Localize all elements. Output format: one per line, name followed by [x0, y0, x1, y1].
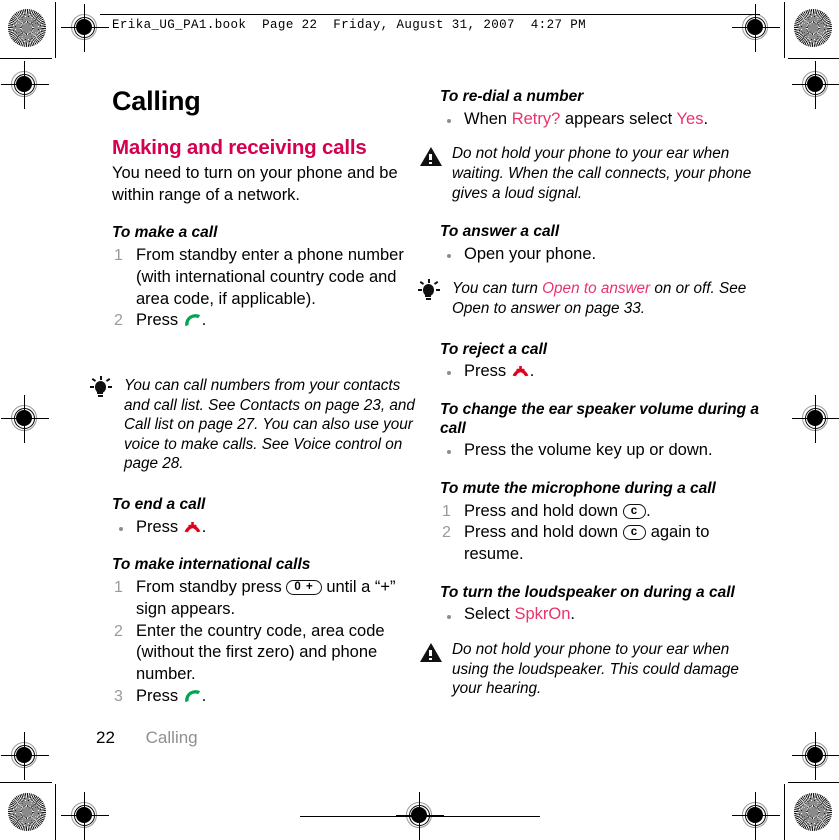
bullet-text: Open your phone. [464, 244, 597, 263]
step-text: Press and hold down [464, 523, 619, 542]
steps-end-a-call: Press . [112, 517, 422, 539]
right-column: To re-dial a number When Retry? appears … [418, 88, 760, 699]
warning-note-text: Do not hold your phone to your ear when … [452, 145, 752, 202]
list-item: 3 Press . [112, 686, 422, 708]
warning-note-waiting: Do not hold your phone to your ear when … [418, 144, 760, 203]
bullet-text: Press the volume key up or down. [464, 441, 713, 460]
steps-international-calls: 1 From standby press 0 + until a “+” sig… [112, 577, 422, 708]
tip-note-text: You can turn Open to answer on or off. S… [452, 279, 760, 318]
tip-note-open-to-answer: You can turn Open to answer on or off. S… [418, 279, 760, 318]
bullet-dot [447, 450, 451, 455]
list-item: Press . [112, 517, 422, 539]
green-call-handset-icon [183, 689, 202, 703]
list-item: Select SpkrOn. [440, 604, 760, 626]
page-footer: 22 Calling [96, 728, 198, 748]
tip-text-start: You can turn [452, 280, 538, 298]
list-item: 1 Press and hold down c. [440, 501, 760, 523]
list-item: 2 Press and hold down c again to resume. [440, 522, 760, 566]
red-end-call-handset-icon [183, 520, 202, 534]
step-number: 1 [442, 502, 451, 520]
list-item: 1 From standby enter a phone number (wit… [112, 245, 422, 310]
section-heading: Making and receiving calls [112, 136, 367, 159]
key-clear-c: c [622, 525, 647, 541]
ui-string-yes: Yes [676, 109, 704, 128]
step-text: Press [136, 686, 179, 705]
key-zero-plus: 0 + [286, 579, 322, 595]
list-item: 2 Press . [112, 310, 422, 332]
bullet-dot [119, 526, 123, 531]
task-heading-re-dial: To re-dial a number [440, 88, 584, 105]
bullet-text-suffix: . [570, 605, 575, 624]
list-item: 2 Enter the country code, area code (wit… [112, 621, 422, 686]
list-item: Press . [440, 361, 760, 383]
bullet-text-suffix: . [201, 517, 207, 536]
task-heading-reject-a-call: To reject a call [440, 340, 548, 358]
step-text-suffix: . [201, 686, 207, 705]
lightbulb-tip-icon [90, 376, 116, 401]
ui-string-spkron: SpkrOn [514, 605, 571, 624]
step-text: Press [136, 311, 179, 330]
bullet-dot [447, 371, 451, 376]
step-text: Press and hold down [464, 501, 619, 520]
task-heading-end-a-call: To end a call [112, 496, 206, 514]
list-item: Press the volume key up or down. [440, 440, 760, 462]
bullet-text-mid: appears select [564, 109, 673, 128]
green-call-handset-icon [183, 313, 202, 327]
warning-note-loudspeaker: Do not hold your phone to your ear when … [418, 640, 760, 699]
bullet-text: Press [464, 362, 507, 381]
bullet-dot [447, 253, 451, 258]
steps-ear-speaker-volume: Press the volume key up or down. [440, 440, 760, 462]
list-item: When Retry? appears select Yes. [440, 109, 760, 131]
list-item: Open your phone. [440, 244, 760, 266]
red-end-call-handset-icon [511, 364, 530, 378]
left-column: Calling Making and receiving calls You n… [90, 86, 422, 708]
step-number: 2 [114, 622, 123, 640]
section-intro-paragraph: You need to turn on your phone and be wi… [112, 163, 398, 204]
list-item: 1 From standby press 0 + until a “+” sig… [112, 577, 422, 621]
step-number: 2 [442, 524, 451, 542]
step-number: 1 [114, 247, 123, 265]
page-content: Calling Making and receiving calls You n… [0, 0, 839, 840]
task-heading-mute-microphone: To mute the microphone during a call [440, 479, 716, 497]
footer-section-name: Calling [145, 728, 198, 747]
warning-triangle-icon [418, 145, 444, 169]
bullet-text: When [464, 109, 508, 128]
steps-reject-a-call: Press . [440, 361, 760, 383]
step-text: From standby press [136, 577, 282, 596]
bullet-dot [447, 118, 451, 123]
step-text: From standby enter a phone number (with … [136, 246, 404, 308]
tip-note-text: You can call numbers from your contacts … [124, 377, 415, 473]
steps-answer-a-call: Open your phone. [440, 244, 760, 266]
bullet-text-suffix: . [703, 109, 709, 128]
chapter-title: Calling [112, 86, 201, 116]
warning-triangle-icon [418, 641, 444, 665]
steps-loudspeaker-on: Select SpkrOn. [440, 604, 760, 626]
task-heading-international-calls: To make international calls [112, 556, 311, 574]
steps-make-a-call: 1 From standby enter a phone number (wit… [112, 245, 422, 332]
step-number: 1 [114, 578, 123, 596]
task-heading-ear-speaker-volume: To change the ear speaker volume during … [440, 400, 759, 437]
warning-note-text: Do not hold your phone to your ear when … [452, 641, 739, 698]
ui-string-retry: Retry? [511, 109, 561, 128]
steps-mute-microphone: 1 Press and hold down c. 2 Press and hol… [440, 501, 760, 566]
bullet-text: Select [464, 605, 510, 624]
lightbulb-tip-icon [418, 279, 444, 304]
bullet-text-suffix: . [529, 362, 535, 381]
step-number: 2 [114, 312, 123, 330]
bullet-dot [447, 614, 451, 619]
bullet-text: Press [136, 517, 179, 536]
key-clear-c: c [622, 503, 647, 519]
step-text-suffix: . [201, 311, 207, 330]
step-number: 3 [114, 687, 123, 705]
ui-string-open-to-answer: Open to answer [542, 280, 651, 298]
footer-page-number: 22 [96, 728, 115, 747]
step-text: Enter the country code, area code (witho… [136, 621, 385, 684]
task-heading-answer-a-call: To answer a call [440, 223, 560, 241]
step-text-suffix: . [646, 501, 651, 520]
task-heading-loudspeaker-on: To turn the loudspeaker on during a call [440, 583, 735, 601]
tip-note-contacts: You can call numbers from your contacts … [90, 376, 422, 474]
task-heading-make-a-call: To make a call [112, 224, 218, 242]
steps-re-dial: When Retry? appears select Yes. [440, 109, 760, 131]
